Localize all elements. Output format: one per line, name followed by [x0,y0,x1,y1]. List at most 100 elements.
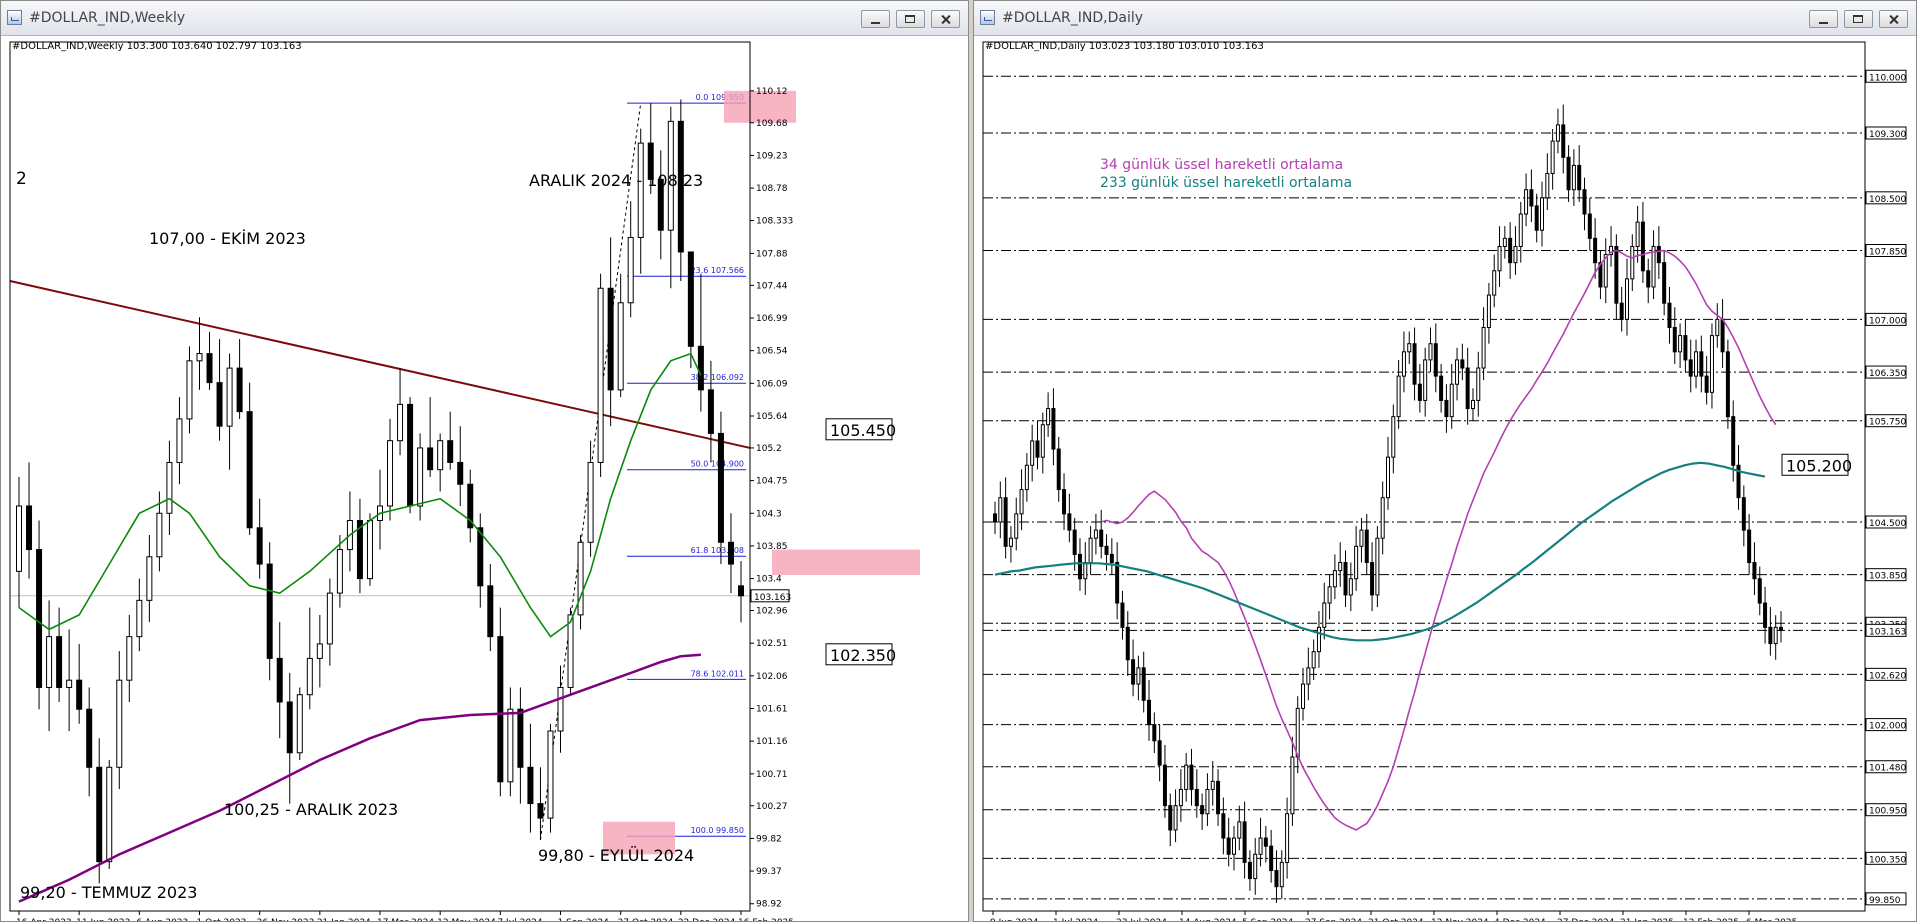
candle-body [1168,805,1173,831]
x-tick-label: 14 Aug 2024 [1179,918,1237,921]
candle-body [1460,359,1465,369]
candle-body [1274,869,1279,888]
candle-body [226,367,233,427]
candle-body [136,599,143,638]
candle-body [36,549,43,688]
candle-body [1263,837,1268,847]
candle-body [1656,245,1661,264]
candle-body [637,142,644,238]
candle-body [1306,667,1311,685]
candle-body [196,353,203,362]
daily-chart-window[interactable]: #DOLLAR_IND,Daily 110.000 109.300 108.500 1… [973,0,1917,922]
candle-body [1040,424,1045,458]
candle-body [1502,237,1507,247]
candle-body [86,708,93,768]
candle-body [1253,853,1258,880]
candle-body [1587,213,1592,239]
level-box-label: 107.000 [1869,316,1906,326]
x-tick-label: 9 Jun 2024 [990,918,1039,921]
y-tick-label: 104.3 [756,509,782,519]
candle-body [1364,529,1369,564]
maximize-button[interactable] [896,10,925,28]
candle-body [707,389,714,434]
candle-body [1348,578,1353,596]
level-box-label: 106.350 [1869,369,1906,379]
y-tick-label: 105.2 [756,444,782,454]
candle-body [1417,383,1422,401]
candle-body [1391,416,1396,458]
candle-body [1513,245,1518,264]
candle-body [1120,602,1125,628]
candle-body [437,440,444,471]
candle-body [1465,367,1470,410]
level-box-label: 103.850 [1869,572,1906,582]
y-tick-label: 106.09 [756,379,788,389]
candle-body [727,541,734,565]
candle-body [1131,659,1136,685]
chart-header-ohlc: #DOLLAR_IND,Weekly 103.300 103.640 102.7… [12,41,302,52]
candle-body [1619,302,1624,320]
level-box-label: 102.000 [1869,722,1906,732]
y-tick-label: 99.37 [756,867,782,877]
x-tick-label: 27 Dec 2024 [1557,918,1615,921]
last-price-label: 103.163 [754,593,791,603]
candle-body [1662,262,1667,304]
candle-body [1486,294,1491,328]
candle-body [1056,448,1061,491]
candle-body [1173,805,1178,831]
candle-body [1470,399,1475,410]
candle-body [46,636,53,688]
candle-body [1646,270,1651,288]
x-tick-label: 7 Jul 2024 [497,918,542,921]
weekly-chart-plot[interactable]: 0.0 109.95023.6 107.56638.2 106.09250.0 … [2,36,969,921]
ema-233-line [994,461,1766,642]
x-tick-label: 6 Aug 2023 [136,918,188,921]
candle-body [1062,489,1067,515]
candle-body [1561,124,1566,158]
annotation-text: 100,25 - ARALIK 2023 [224,800,398,819]
candle-body [106,766,113,863]
x-tick-label: 1 Oct 2023 [197,918,247,921]
y-tick-label: 103.4 [756,575,782,585]
x-tick-label: 1 Jul 2024 [1053,918,1098,921]
candle-body [176,418,183,463]
candle-body [316,643,323,659]
minimize-button[interactable] [1809,10,1838,28]
candle-body [16,505,22,572]
candle-body [26,505,33,551]
candle-body [407,403,414,507]
candle-body [1115,562,1120,604]
maximize-button[interactable] [1844,10,1873,28]
candle-body [1258,837,1263,855]
candle-body [1779,626,1783,631]
level-box-label: 108.500 [1869,195,1906,205]
minimize-button[interactable] [861,10,890,28]
candle-body [1720,318,1725,353]
candle-body [246,411,253,529]
candle-body [537,803,544,819]
candle-body [998,497,1003,523]
candle-body [306,657,313,696]
candle-body [206,353,213,384]
candle-body [627,236,634,304]
candle-body [286,701,293,754]
candle-body [567,614,574,688]
x-tick-label: 22 Dec 2024 [678,918,736,921]
close-button[interactable] [1879,10,1908,28]
window-title: #DOLLAR_IND,Weekly [29,10,186,26]
candle-body [1247,861,1252,880]
chart-header-ohlc: #DOLLAR_IND,Daily 103.023 103.180 103.01… [985,41,1264,52]
title-bar[interactable]: #DOLLAR_IND,Daily [974,1,1916,36]
daily-chart-plot[interactable]: 110.000 109.300 108.500 107.850 107.000 106.3… [975,36,1917,921]
chart-window-icon [980,10,995,25]
level-box-label: 99.850 [1869,896,1901,906]
weekly-chart-window[interactable]: #DOLLAR_IND,Weekly 0.0 109.950 23.6 107.5… [0,0,969,922]
candle-body [1624,278,1629,320]
candle-body [216,382,223,427]
x-tick-label: 21 Jan 2025 [1620,918,1674,921]
close-button[interactable] [931,10,960,28]
candle-body [1178,788,1183,807]
title-bar[interactable]: #DOLLAR_IND,Weekly [1,1,968,36]
x-tick-label: 12 Nov 2024 [1431,918,1489,921]
candle-body [1667,302,1672,328]
